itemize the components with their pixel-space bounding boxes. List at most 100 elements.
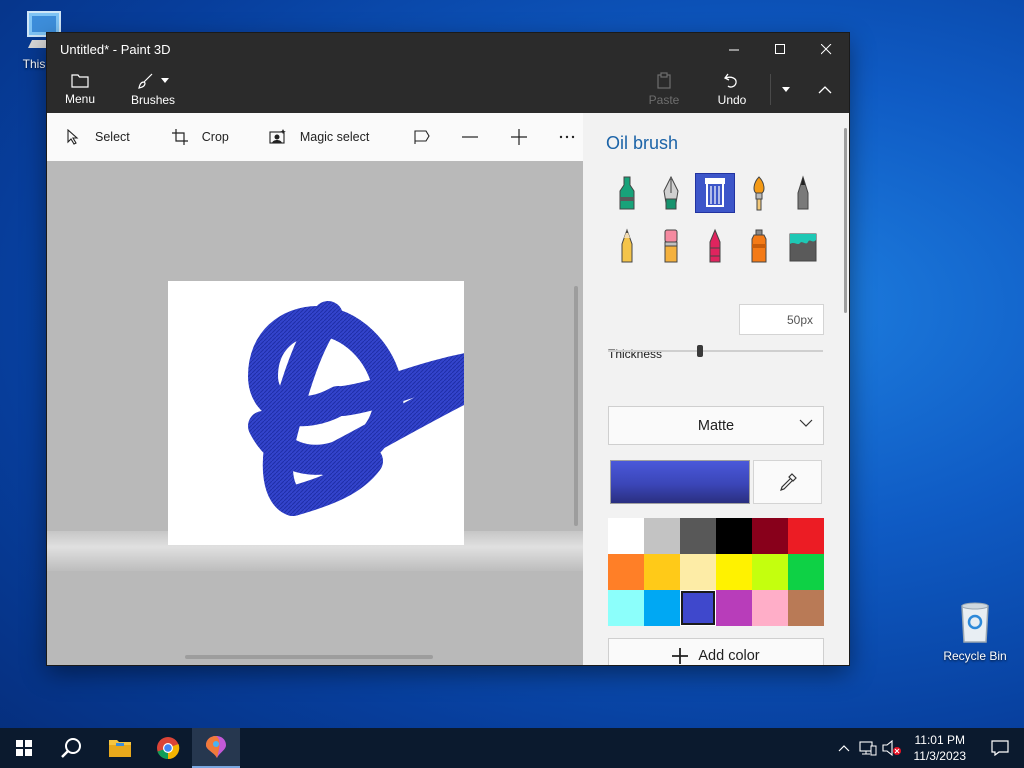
volume-button[interactable]: [880, 740, 904, 756]
taskbar-chrome[interactable]: [144, 728, 192, 768]
drawing-canvas[interactable]: [168, 281, 464, 545]
crop-icon: [170, 129, 190, 145]
color-swatch[interactable]: [608, 518, 644, 554]
color-swatch[interactable]: [788, 518, 824, 554]
thickness-input[interactable]: 50px: [739, 304, 824, 335]
desktop-icon-recycle-bin[interactable]: Recycle Bin: [939, 600, 1011, 663]
start-button[interactable]: [0, 728, 48, 768]
maximize-button[interactable]: [757, 33, 803, 66]
watercolor-icon: [753, 176, 765, 211]
brush-marker[interactable]: [607, 173, 647, 213]
select-tool[interactable]: Select: [47, 113, 130, 161]
color-swatch[interactable]: [644, 518, 680, 554]
color-swatch[interactable]: [716, 554, 752, 590]
brushes-button[interactable]: Brushes: [107, 66, 183, 113]
zoom-in-button[interactable]: [480, 113, 529, 161]
collapse-ribbon-button[interactable]: [801, 66, 849, 113]
brush-crayon[interactable]: [695, 226, 735, 266]
brush-fill[interactable]: [783, 226, 823, 266]
paste-button[interactable]: Paste: [634, 66, 694, 113]
more-options-button[interactable]: [529, 113, 577, 161]
current-color-preview[interactable]: [610, 460, 750, 504]
view-3d-button[interactable]: [369, 113, 432, 161]
thickness-slider[interactable]: [608, 345, 823, 357]
color-swatch[interactable]: [608, 590, 644, 626]
minus-icon: [460, 136, 480, 138]
taskbar-clock[interactable]: 11:01 PM 11/3/2023: [904, 732, 977, 764]
color-swatch[interactable]: [644, 590, 680, 626]
canvas-toolbar: Select Crop Magic select: [47, 113, 583, 161]
search-button[interactable]: [48, 728, 96, 768]
color-swatch[interactable]: [788, 554, 824, 590]
clock-date: 11/3/2023: [913, 749, 967, 763]
panel-scrollbar[interactable]: [844, 128, 847, 313]
fill-bucket-icon: [789, 233, 817, 262]
canvas-area[interactable]: [47, 161, 583, 665]
taskbar: 11:01 PM 11/3/2023: [0, 728, 1024, 768]
spray-can-icon: [751, 229, 767, 263]
color-swatch[interactable]: [680, 518, 716, 554]
brush-pixel-pen[interactable]: [783, 173, 823, 213]
brush-calligraphy-pen[interactable]: [651, 173, 691, 213]
brush-grid: [607, 173, 827, 266]
show-hidden-icons-button[interactable]: [832, 744, 856, 752]
file-explorer-icon: [109, 740, 131, 757]
network-button[interactable]: [856, 740, 880, 756]
thickness-slider-thumb[interactable]: [697, 345, 703, 357]
canvas-horizontal-scrollbar[interactable]: [185, 655, 433, 659]
history-dropdown-button[interactable]: [771, 66, 801, 113]
menu-label: Menu: [65, 92, 96, 106]
color-swatch[interactable]: [752, 518, 788, 554]
chrome-icon: [157, 737, 180, 760]
zoom-out-button[interactable]: [432, 113, 480, 161]
paste-label: Paste: [648, 93, 680, 107]
chevron-down-icon: [782, 87, 790, 92]
brush-watercolor[interactable]: [739, 173, 779, 213]
canvas-vertical-scrollbar[interactable]: [574, 286, 578, 526]
chevron-down-icon: [161, 78, 170, 83]
brush-spray-can[interactable]: [739, 226, 779, 266]
minimize-button[interactable]: [711, 33, 757, 66]
paste-icon: [657, 72, 671, 89]
taskbar-paint3d[interactable]: [192, 728, 240, 768]
color-swatch[interactable]: [752, 590, 788, 626]
eyedropper-button[interactable]: [753, 460, 822, 504]
brush-icon: [138, 73, 153, 89]
color-swatch[interactable]: [644, 554, 680, 590]
plus-icon: [509, 129, 529, 145]
crop-tool[interactable]: Crop: [130, 113, 229, 161]
color-swatch[interactable]: [716, 590, 752, 626]
desktop-icon-label: Recycle Bin: [943, 649, 1007, 663]
taskbar-file-explorer[interactable]: [96, 728, 144, 768]
network-icon: [858, 741, 876, 756]
close-button[interactable]: [803, 33, 849, 66]
add-color-button[interactable]: Add color: [608, 638, 824, 665]
color-swatch[interactable]: [788, 590, 824, 626]
undo-button[interactable]: Undo: [694, 66, 770, 113]
brush-eraser[interactable]: [651, 226, 691, 266]
color-swatch[interactable]: [680, 590, 716, 626]
brush-oil-brush[interactable]: [695, 173, 735, 213]
marker-icon: [619, 176, 635, 210]
chevron-up-icon: [838, 744, 849, 751]
action-center-button[interactable]: [976, 740, 1024, 756]
windows-logo-icon: [16, 740, 32, 756]
magic-select-tool[interactable]: Magic select: [229, 113, 369, 161]
title-bar[interactable]: Untitled* - Paint 3D: [47, 33, 849, 66]
color-swatch[interactable]: [680, 554, 716, 590]
eraser-icon: [664, 229, 678, 263]
finish-dropdown[interactable]: Matte: [608, 406, 824, 445]
menu-button[interactable]: Menu: [47, 66, 107, 113]
color-swatch[interactable]: [716, 518, 752, 554]
plus-icon: [672, 647, 689, 664]
maximize-icon: [774, 44, 785, 54]
pencil-icon: [621, 228, 633, 263]
cursor-icon: [63, 129, 83, 145]
oil-brush-stroke: [248, 301, 464, 516]
color-swatch[interactable]: [752, 554, 788, 590]
panel-title: Oil brush: [606, 133, 679, 153]
brush-pencil[interactable]: [607, 226, 647, 266]
color-swatch[interactable]: [608, 554, 644, 590]
oil-brush-icon: [705, 178, 725, 207]
pixel-pen-icon: [797, 175, 809, 210]
